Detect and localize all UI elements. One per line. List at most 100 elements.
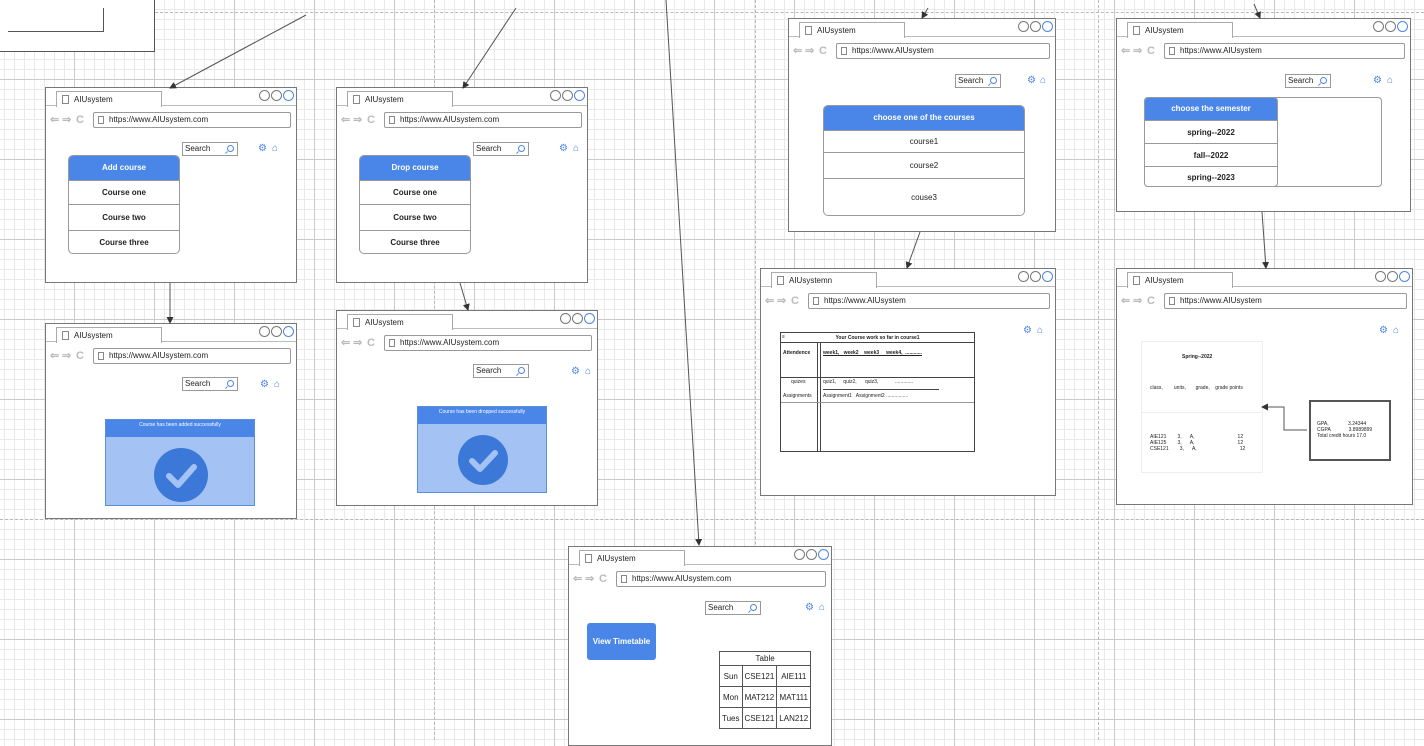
search-icon [1320,77,1327,84]
address-bar[interactable]: https://www.AIUsystem.com [616,571,826,587]
search-icon [227,380,234,387]
browser-tab[interactable]: AIUsystem [579,550,685,566]
search-input[interactable]: Search [1285,74,1331,88]
arrow-right-icon[interactable]: ⇒ [62,112,71,128]
gear-icon[interactable]: ⚙ [1023,326,1032,336]
gear-icon[interactable]: ⚙ [559,144,568,154]
window-controls[interactable] [1373,21,1408,33]
arrow-right-icon[interactable]: ⇒ [805,43,814,59]
arrow-right-icon[interactable]: ⇒ [353,335,362,351]
home-icon[interactable]: ⌂ [274,380,280,390]
window-controls[interactable] [259,90,294,102]
arrow-right-icon[interactable]: ⇒ [353,112,362,128]
address-bar[interactable]: https://www.AIUsystem.com [384,112,582,128]
arrow-right-icon[interactable]: ⇒ [585,571,594,587]
home-icon[interactable]: ⌂ [585,367,591,377]
arrow-left-icon[interactable]: ⇐ [50,112,59,128]
arrow-left-icon[interactable]: ⇐ [765,293,774,309]
menu-item-course-one[interactable]: Course one [360,180,470,204]
search-input[interactable]: Search [182,142,238,156]
browser-tab[interactable]: AIUsystem [56,91,162,107]
reload-icon[interactable]: C [76,112,84,128]
arrow-left-icon[interactable]: ⇐ [793,43,802,59]
browser-tab[interactable]: AIUsystem [1127,272,1233,288]
browser-tab[interactable]: AIUsystem [347,91,453,107]
menu-item-course-two[interactable]: Course two [360,204,470,230]
address-bar[interactable]: https://www.AIUsystem.com [93,112,291,128]
menu-item-course-three[interactable]: Course three [69,230,179,253]
menu-item-spring-2023[interactable]: spring--2023 [1145,166,1277,186]
menu-item-course3[interactable]: couse3 [824,178,1024,215]
window-controls[interactable] [259,326,294,338]
home-icon[interactable]: ⌂ [819,603,825,613]
menu-item-course-three[interactable]: Course three [360,230,470,253]
address-bar[interactable]: https://www.AIUsystem [836,43,1050,59]
reload-icon[interactable]: C [791,293,799,309]
home-icon[interactable]: ⌂ [1040,76,1046,86]
course-selection-menu: choose one of the courses course1 course… [823,105,1025,216]
reload-icon[interactable]: C [1147,43,1155,59]
arrow-left-icon[interactable]: ⇐ [1121,293,1130,309]
address-bar[interactable]: https://www.AIUsystem.com [93,348,291,364]
window-controls[interactable] [550,90,585,102]
home-icon[interactable]: ⌂ [272,144,278,154]
search-input[interactable]: Search [473,364,529,378]
reload-icon[interactable]: C [819,43,827,59]
arrow-left-icon[interactable]: ⇐ [341,335,350,351]
home-icon[interactable]: ⌂ [1037,326,1043,336]
window-controls[interactable] [794,549,829,561]
arrow-left-icon[interactable]: ⇐ [341,112,350,128]
menu-item-course-one[interactable]: Course one [69,180,179,204]
menu-item-course-two[interactable]: Course two [69,204,179,230]
connector-arrow [905,231,921,269]
guide-line [1098,0,1099,740]
window-controls[interactable] [1375,271,1410,283]
gear-icon[interactable]: ⚙ [1379,326,1388,336]
search-icon [518,367,525,374]
gear-icon[interactable]: ⚙ [805,603,814,613]
arrow-left-icon[interactable]: ⇐ [573,571,582,587]
course-added-window: AIUsystem ⇐ ⇒ C https://www.AIUsystem.com … [45,323,297,519]
arrow-right-icon[interactable]: ⇒ [777,293,786,309]
address-bar[interactable]: https://www.AIUsystem [1164,43,1405,59]
menu-item-fall-2022[interactable]: fall--2022 [1145,143,1277,166]
arrow-right-icon[interactable]: ⇒ [1133,293,1142,309]
window-controls[interactable] [560,313,595,325]
gear-icon[interactable]: ⚙ [1373,76,1382,86]
arrow-left-icon[interactable]: ⇐ [50,348,59,364]
menu-item-course1[interactable]: course1 [824,130,1024,152]
home-icon[interactable]: ⌂ [573,144,579,154]
home-icon[interactable]: ⌂ [1393,326,1399,336]
window-controls[interactable] [1018,21,1053,33]
gear-icon[interactable]: ⚙ [258,144,267,154]
address-bar[interactable]: https://www.AIUsystem [808,293,1050,309]
arrow-left-icon[interactable]: ⇐ [1121,43,1130,59]
reload-icon[interactable]: C [367,112,375,128]
window-controls[interactable] [1018,271,1053,283]
search-icon [227,145,234,152]
reload-icon[interactable]: C [76,348,84,364]
search-input[interactable]: Search [182,377,238,391]
view-timetable-button[interactable]: View Timetable [587,623,656,660]
gear-icon[interactable]: ⚙ [1027,76,1036,86]
reload-icon[interactable]: C [599,571,607,587]
home-icon[interactable]: ⌂ [1387,76,1393,86]
browser-tab[interactable]: AIUsystem [799,22,905,38]
gear-icon[interactable]: ⚙ [260,380,269,390]
browser-tab[interactable]: AIUsystemn [771,272,877,288]
browser-tab[interactable]: AIUsystem [1127,22,1233,38]
arrow-right-icon[interactable]: ⇒ [62,348,71,364]
reload-icon[interactable]: C [1147,293,1155,309]
menu-item-spring-2022[interactable]: spring--2022 [1145,120,1277,143]
search-input[interactable]: Search [955,74,1001,88]
address-bar[interactable]: https://www.AIUsystem.com [384,335,592,351]
address-bar[interactable]: https://www.AIUsystem [1164,293,1407,309]
browser-tab[interactable]: AIUsystem [56,327,162,343]
gear-icon[interactable]: ⚙ [571,367,580,377]
arrow-right-icon[interactable]: ⇒ [1133,43,1142,59]
browser-tab[interactable]: AIUsystem [347,314,453,330]
search-input[interactable]: Search [473,142,529,156]
search-input[interactable]: Search [705,601,761,615]
menu-item-course2[interactable]: course2 [824,152,1024,178]
reload-icon[interactable]: C [367,335,375,351]
